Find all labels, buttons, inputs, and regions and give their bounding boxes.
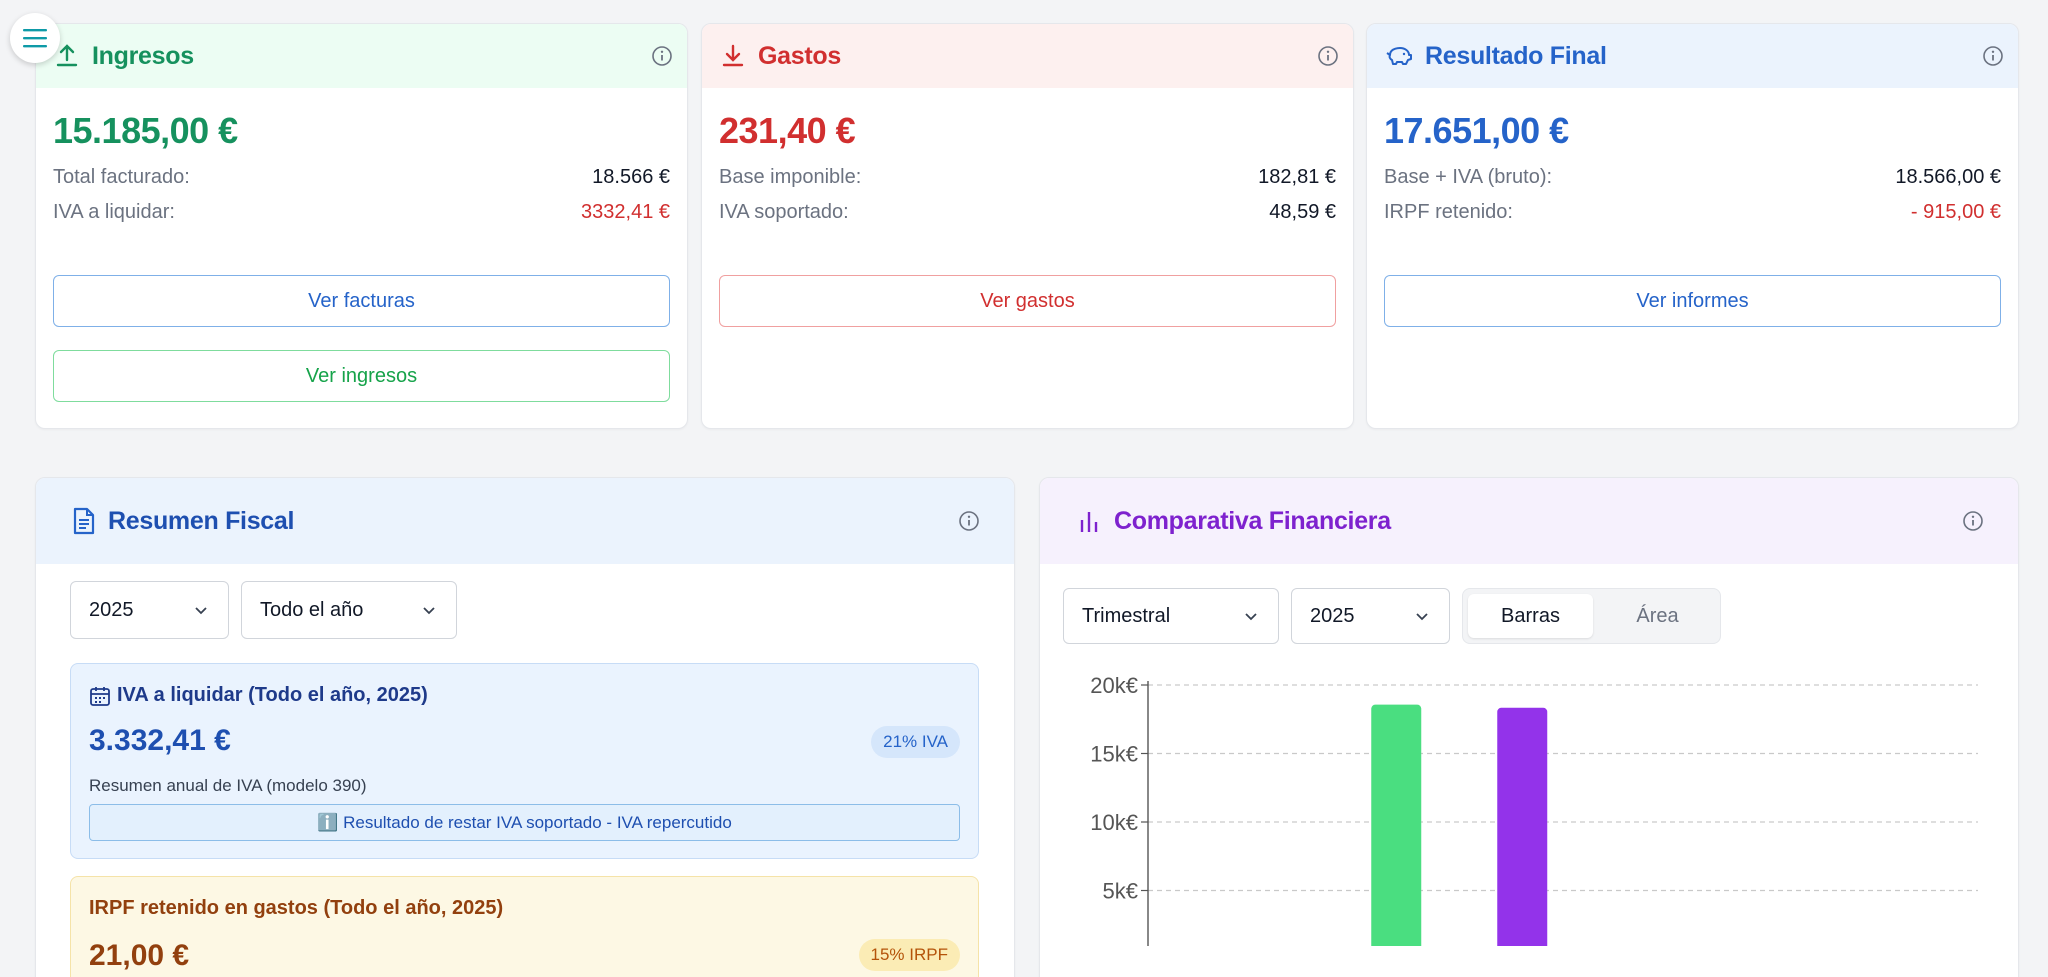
stat-row: Base + IVA (bruto): 18.566,00 € <box>1384 160 2001 195</box>
stat-row: IVA soportado: 48,59 € <box>719 195 1336 230</box>
chevron-down-icon <box>1245 613 1257 621</box>
ver-facturas-button[interactable]: Ver facturas <box>53 275 670 327</box>
iva-summary-heading: IVA a liquidar (Todo el año, 2025) <box>89 684 428 707</box>
resultado-card: Resultado Final 17.651,00 € Base + IVA (… <box>1366 23 2019 429</box>
stat-value: 3332,41 € <box>581 201 670 223</box>
info-icon[interactable] <box>1317 45 1339 67</box>
chart-period-value: Trimestral <box>1082 604 1171 627</box>
resumen-header: Resumen Fiscal <box>36 478 1014 564</box>
period-select-value: Todo el año <box>260 598 364 621</box>
stat-label: IVA a liquidar: <box>53 201 175 223</box>
gastos-card: Gastos 231,40 € Base imponible: 182,81 €… <box>701 23 1354 429</box>
chevron-down-icon <box>423 607 435 615</box>
stat-label: IRPF retenido: <box>1384 201 1513 223</box>
stat-value: 182,81 € <box>1258 166 1336 188</box>
iva-summary-title: IVA a liquidar (Todo el año, 2025) <box>117 684 428 706</box>
resultado-header: Resultado Final <box>1367 24 2018 88</box>
iva-amount: 3.332,41 € <box>89 724 231 757</box>
y-tick-label: 10k€ <box>1090 810 1138 835</box>
chart-year-select[interactable]: 2025 <box>1291 588 1450 644</box>
stat-label: Base + IVA (bruto): <box>1384 166 1553 188</box>
year-select[interactable]: 2025 <box>70 581 229 639</box>
ver-informes-button[interactable]: Ver informes <box>1384 275 2001 327</box>
year-select-value: 2025 <box>89 598 134 621</box>
ver-ingresos-button[interactable]: Ver ingresos <box>53 350 670 402</box>
toggle-barras[interactable]: Barras <box>1468 594 1593 638</box>
download-icon <box>722 44 744 67</box>
stat-label: Total facturado: <box>53 166 190 188</box>
financial-chart: 0€5k€10k€15k€20k€Q1Q2Q3Q4 <box>1090 673 1978 946</box>
ingresos-card: Ingresos 15.185,00 € Total facturado: 18… <box>35 23 688 429</box>
ingresos-amount: 15.185,00 € <box>53 110 238 151</box>
irpf-summary-title: IRPF retenido en gastos (Todo el año, 20… <box>89 897 504 919</box>
hamburger-icon <box>23 29 47 48</box>
chart-type-toggle: Barras Área <box>1462 588 1721 644</box>
irpf-summary-box: IRPF retenido en gastos (Todo el año, 20… <box>70 876 979 977</box>
stat-value: 18.566 € <box>592 166 670 188</box>
stat-value: - 915,00 € <box>1910 201 2001 223</box>
stat-value: 18.566,00 € <box>1895 166 2001 188</box>
stat-row: IRPF retenido: - 915,00 € <box>1384 195 2001 230</box>
gastos-title: Gastos <box>758 41 841 70</box>
irpf-amount: 21,00 € <box>89 939 190 972</box>
chevron-down-icon <box>195 607 207 615</box>
gastos-header: Gastos <box>702 24 1353 88</box>
iva-summary-box: IVA a liquidar (Todo el año, 2025) 3.332… <box>70 663 979 859</box>
irpf-rate-badge: 15% IRPF <box>858 939 960 971</box>
menu-button[interactable] <box>10 13 60 63</box>
iva-description: Resumen anual de IVA (modelo 390) <box>89 776 367 795</box>
gastos-amount: 231,40 € <box>719 110 856 151</box>
ingresos-header: Ingresos <box>36 24 687 88</box>
resultado-amount: 17.651,00 € <box>1384 110 1569 151</box>
chart-period-select[interactable]: Trimestral <box>1063 588 1279 644</box>
period-select[interactable]: Todo el año <box>241 581 457 639</box>
iva-note: ℹ️ Resultado de restar IVA soportado - I… <box>89 804 960 841</box>
stat-value: 48,59 € <box>1269 201 1336 223</box>
ingresos-title: Ingresos <box>92 41 194 70</box>
info-icon[interactable] <box>958 510 980 532</box>
chart-bar <box>1497 707 1548 946</box>
iva-rate-badge: 21% IVA <box>871 726 960 758</box>
piggy-bank-icon <box>1386 47 1412 65</box>
chevron-down-icon <box>1416 613 1428 621</box>
calendar-icon <box>90 686 110 706</box>
bar-chart-icon <box>1080 512 1098 532</box>
y-tick-label: 5k€ <box>1103 879 1138 904</box>
info-icon[interactable] <box>651 45 673 67</box>
comparativa-title: Comparativa Financiera <box>1114 506 1391 535</box>
resumen-title: Resumen Fiscal <box>108 506 295 535</box>
y-tick-label: 15k€ <box>1090 742 1138 767</box>
toggle-area[interactable]: Área <box>1595 594 1720 638</box>
stat-row: Total facturado: 18.566 € <box>53 160 670 195</box>
comparativa-header: Comparativa Financiera <box>1040 478 2018 564</box>
stat-row: Base imponible: 182,81 € <box>719 160 1336 195</box>
stat-row: IVA a liquidar: 3332,41 € <box>53 195 670 230</box>
info-icon[interactable] <box>1982 45 2004 67</box>
info-icon[interactable] <box>1962 510 1984 532</box>
chart-bar <box>1371 704 1422 946</box>
stat-label: IVA soportado: <box>719 201 849 223</box>
chart-year-value: 2025 <box>1310 604 1355 627</box>
y-tick-label: 20k€ <box>1090 673 1138 698</box>
document-icon <box>73 507 95 535</box>
ver-gastos-button[interactable]: Ver gastos <box>719 275 1336 327</box>
resultado-title: Resultado Final <box>1425 41 1607 70</box>
stat-label: Base imponible: <box>719 166 862 188</box>
